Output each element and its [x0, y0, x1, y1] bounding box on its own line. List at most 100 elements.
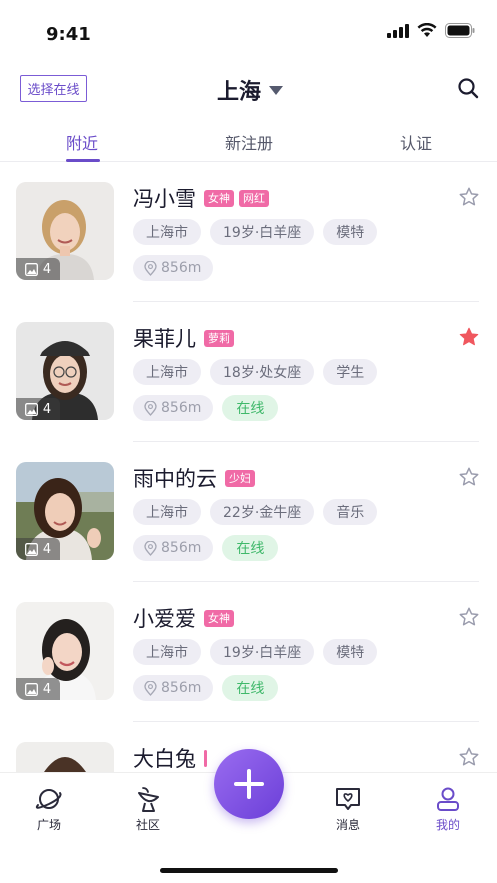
- avatar[interactable]: 4: [16, 322, 114, 420]
- profile-name: 大白兔: [133, 747, 196, 771]
- info-chips: 上海市 19岁·白羊座 模特: [133, 639, 378, 665]
- profile-list[interactable]: 4 冯小雪 女神 网红 上海市 19岁·白羊座 模特 856m 4 果菲儿 萝莉…: [0, 162, 497, 772]
- distance-value: 856m: [161, 400, 202, 416]
- name-row: 小爱爱 女神: [133, 603, 234, 633]
- profile-tag: 女神: [204, 189, 234, 207]
- distance-value: 856m: [161, 680, 202, 696]
- photo-count-value: 4: [42, 261, 52, 277]
- profile-card[interactable]: 4 雨中的云 少妇 上海市 22岁·金牛座 音乐 856m 在线: [0, 442, 497, 582]
- plus-icon: [234, 769, 264, 799]
- info-chips: 上海市 22岁·金牛座 音乐: [133, 499, 378, 525]
- avatar[interactable]: 4: [16, 462, 114, 560]
- image-icon: [24, 262, 38, 276]
- star-outline-icon[interactable]: [458, 746, 480, 768]
- signal-icon: [387, 23, 409, 38]
- profile-card[interactable]: 4 果菲儿 萝莉 上海市 18岁·处女座 学生 856m 在线: [0, 302, 497, 442]
- wifi-icon: [417, 23, 437, 37]
- profile-tag: 少妇: [225, 469, 255, 487]
- profile-name: 小爱爱: [133, 607, 196, 631]
- add-post-button[interactable]: [214, 749, 284, 819]
- profile-tag: 女神: [204, 609, 234, 627]
- avatar[interactable]: [16, 742, 114, 772]
- name-row: 果菲儿 萝莉: [133, 323, 234, 353]
- tab-plaza[interactable]: 广场: [19, 785, 79, 833]
- online-filter-button[interactable]: 选择在线: [20, 75, 87, 102]
- online-badge: 在线: [222, 535, 279, 561]
- image-icon: [24, 402, 38, 416]
- online-badge: 在线: [222, 675, 279, 701]
- meta-row: 856m 在线: [133, 395, 279, 421]
- photo-count: 4: [16, 398, 60, 420]
- profile-card[interactable]: 4 冯小雪 女神 网红 上海市 19岁·白羊座 模特 856m: [0, 162, 497, 302]
- info-chips: 上海市 18岁·处女座 学生: [133, 359, 378, 385]
- job-chip: 模特: [323, 219, 378, 245]
- profile-card[interactable]: 4 小爱爱 女神 上海市 19岁·白羊座 模特 856m 在线: [0, 582, 497, 722]
- status-bar: 9:41: [0, 0, 497, 62]
- status-time: 9:41: [46, 24, 91, 45]
- city-chip: 上海市: [133, 639, 201, 665]
- job-chip: 学生: [323, 359, 378, 385]
- meta-row: 856m 在线: [133, 675, 279, 701]
- info-chips: 上海市 19岁·白羊座 模特: [133, 219, 378, 245]
- name-row: 冯小雪 女神 网红: [133, 183, 269, 213]
- search-icon[interactable]: [456, 76, 480, 100]
- tab-mine-label: 我的: [435, 818, 460, 832]
- job-chip: 模特: [323, 639, 378, 665]
- tab-messages-label: 消息: [335, 818, 360, 832]
- distance-chip: 856m: [133, 675, 214, 701]
- city-chip: 上海市: [133, 359, 201, 385]
- tab-mine[interactable]: 我的: [418, 785, 478, 833]
- profile-tag: 网红: [239, 189, 269, 207]
- message-icon: [336, 788, 360, 810]
- avatar-photo: [16, 742, 114, 772]
- avatar[interactable]: 4: [16, 182, 114, 280]
- distance-chip: 856m: [133, 395, 214, 421]
- location-pin-icon: [144, 540, 157, 556]
- tab-messages[interactable]: 消息: [318, 785, 378, 833]
- city-name: 上海: [217, 80, 262, 105]
- city-chip: 上海市: [133, 499, 201, 525]
- age-sign-chip: 19岁·白羊座: [210, 639, 315, 665]
- battery-icon: [445, 23, 475, 38]
- name-row: 大白兔: [133, 743, 207, 772]
- star-filled-icon[interactable]: [458, 326, 480, 348]
- age-sign-chip: 22岁·金牛座: [210, 499, 315, 525]
- distance-value: 856m: [161, 260, 202, 276]
- star-outline-icon[interactable]: [458, 466, 480, 488]
- profile-tag: 萝莉: [204, 329, 234, 347]
- photo-count-value: 4: [42, 681, 52, 697]
- tab-community[interactable]: 社区: [118, 785, 178, 833]
- photo-count: 4: [16, 538, 60, 560]
- profile-name: 果菲儿: [133, 327, 196, 351]
- tab-community-label: 社区: [135, 818, 160, 832]
- status-icons: [387, 23, 475, 38]
- age-sign-chip: 19岁·白羊座: [210, 219, 315, 245]
- name-row: 雨中的云 少妇: [133, 463, 255, 493]
- meta-row: 856m 在线: [133, 535, 279, 561]
- city-selector[interactable]: 上海: [217, 74, 284, 106]
- satellite-dish-icon: [138, 787, 159, 812]
- photo-count: 4: [16, 258, 60, 280]
- tab-new-registration[interactable]: 新注册: [225, 130, 273, 154]
- job-chip: 音乐: [323, 499, 378, 525]
- tab-verified[interactable]: 认证: [400, 130, 432, 154]
- home-indicator: [160, 868, 338, 873]
- location-pin-icon: [144, 400, 157, 416]
- caret-down-icon: [269, 85, 284, 95]
- photo-count-value: 4: [42, 541, 52, 557]
- age-sign-chip: 18岁·处女座: [210, 359, 315, 385]
- distance-value: 856m: [161, 540, 202, 556]
- bottom-tab-bar: 广场 社区 消息 我的: [0, 749, 497, 883]
- tab-plaza-label: 广场: [36, 818, 61, 832]
- meta-row: 856m: [133, 255, 214, 281]
- header: 选择在线 上海: [0, 62, 497, 118]
- planet-icon: [35, 789, 62, 809]
- star-outline-icon[interactable]: [458, 186, 480, 208]
- image-icon: [24, 542, 38, 556]
- profile-tag: [204, 749, 207, 767]
- star-outline-icon[interactable]: [458, 606, 480, 628]
- avatar[interactable]: 4: [16, 602, 114, 700]
- tab-nearby[interactable]: 附近: [66, 130, 98, 154]
- user-icon: [437, 787, 459, 811]
- distance-chip: 856m: [133, 255, 214, 281]
